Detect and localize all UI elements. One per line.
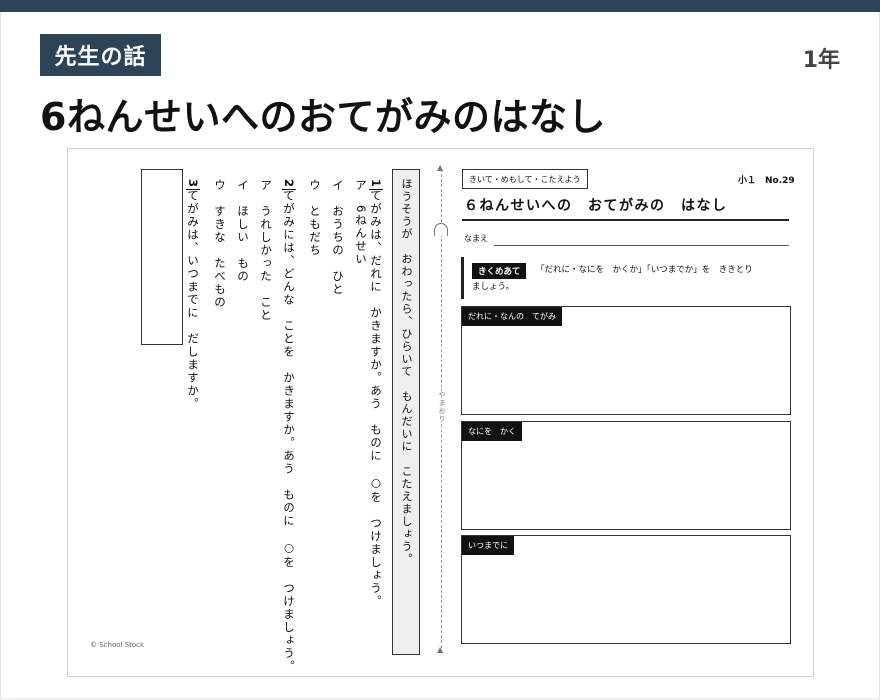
answer-field-what-label: なにを かく bbox=[462, 422, 522, 441]
question-1-text: てがみは、だれに かきますか。あう ものに ○を つけましょう。 bbox=[369, 189, 383, 609]
fold-arrow-up-icon: ▲ bbox=[437, 163, 444, 172]
answer-field-what: なにを かく bbox=[461, 421, 791, 530]
answer-field-when: いつまでに bbox=[461, 535, 791, 644]
title-underline bbox=[462, 219, 789, 221]
question-3-number: 3 bbox=[186, 179, 200, 190]
question-3-text: てがみは、いつまでに だしますか。 bbox=[186, 189, 200, 411]
copyright: © School Stock bbox=[90, 641, 145, 649]
page-title: 6ねんせいへのおてがみのはなし bbox=[40, 95, 606, 139]
worksheet-title: ６ねんせいへの おてがみの はなし bbox=[464, 198, 728, 214]
q1-option-u: ウ ともだち bbox=[308, 179, 322, 257]
category-badge: 先生の話 bbox=[40, 34, 161, 76]
q2-option-i: イ ほしい もの bbox=[236, 179, 250, 283]
top-accent-bar bbox=[0, 0, 880, 12]
answer-box-q3 bbox=[141, 169, 183, 345]
instruction-text: ほうそうが おわったら、ひらいて もんだいに こたえましょう。 bbox=[400, 178, 413, 566]
answer-field-who-label: だれに・なんの てがみ bbox=[462, 307, 562, 326]
q2-option-a: ア うれしかった こと bbox=[259, 179, 273, 322]
hint-label: きくめあて bbox=[472, 263, 527, 279]
q1-option-i: イ おうちの ひと bbox=[331, 179, 345, 296]
q1-option-a: ア 6ねんせい bbox=[354, 179, 368, 266]
question-1: 1てがみは、だれに かきますか。あう ものに ○を つけましょう。 bbox=[369, 179, 383, 608]
question-2-text: てがみには、どんな ことを かきますか。あう ものに ○を つけましょう。 bbox=[282, 189, 296, 674]
fold-bracket-icon bbox=[434, 223, 448, 236]
grade-label: 1年 bbox=[802, 48, 840, 73]
worksheet-preview: 3てがみは、いつまでに だしますか。 ウ すきな たべもの イ ほしい もの ア… bbox=[67, 148, 814, 677]
question-1-number: 1 bbox=[369, 179, 383, 190]
instruction-box: ほうそうが おわったら、ひらいて もんだいに こたえましょう。 bbox=[392, 169, 420, 655]
question-2: 2てがみには、どんな ことを かきますか。あう ものに ○を つけましょう。 bbox=[282, 179, 296, 673]
question-2-number: 2 bbox=[282, 179, 296, 190]
fold-label: やまおり bbox=[437, 391, 447, 423]
hint-text: 「だれに・なにを かくか」「いつまでか」を ききとり bbox=[536, 265, 753, 275]
fold-arrow-down-icon: ▲ bbox=[437, 645, 444, 654]
hint-accent-bar bbox=[461, 257, 464, 299]
activity-tag: きいて・めもして・こたえよう bbox=[462, 169, 588, 189]
worksheet-number: 小１ No.29 bbox=[738, 176, 795, 186]
hint-text-continued: ましょう。 bbox=[472, 282, 514, 292]
question-3: 3てがみは、いつまでに だしますか。 bbox=[186, 179, 200, 411]
answer-field-when-label: いつまでに bbox=[462, 536, 514, 555]
name-label: なまえ bbox=[464, 234, 488, 243]
q2-option-u: ウ すきな たべもの bbox=[213, 179, 227, 309]
answer-field-who: だれに・なんの てがみ bbox=[461, 306, 791, 415]
name-line bbox=[494, 245, 789, 246]
